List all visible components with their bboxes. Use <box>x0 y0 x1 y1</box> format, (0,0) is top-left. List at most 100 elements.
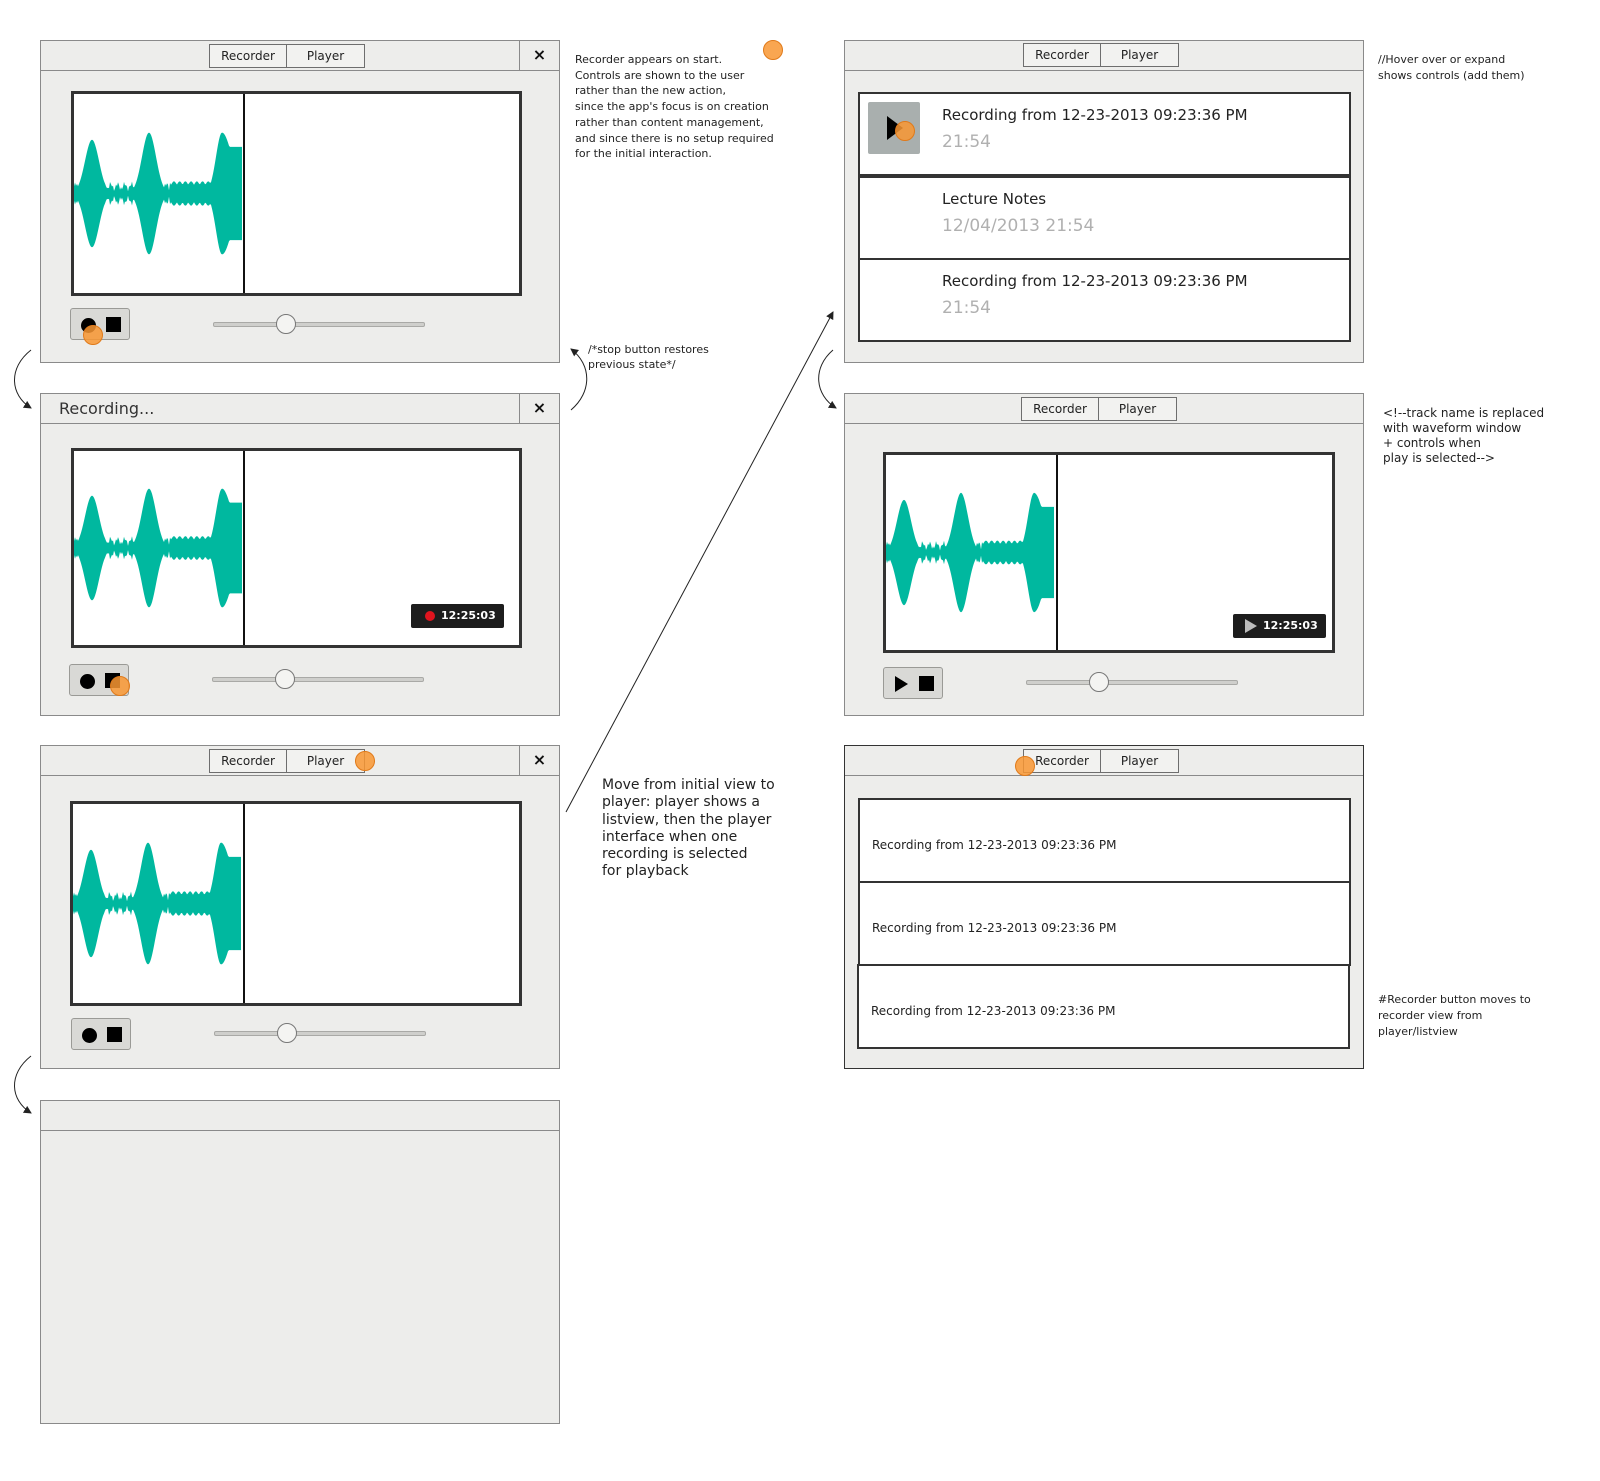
view-tabs: Recorder Player <box>1021 397 1177 421</box>
recording-title: Recording from 12-23-2013 09:23:36 PM <box>942 272 1248 290</box>
playhead[interactable] <box>243 94 245 293</box>
arrow-player-tab-to-list <box>565 311 834 813</box>
note-move-to-player: Move from initial view to player: player… <box>602 777 775 880</box>
stop-button[interactable] <box>107 1027 122 1042</box>
tab-recorder[interactable]: Recorder <box>1021 397 1099 421</box>
recording-title: Lecture Notes <box>942 190 1047 208</box>
window-title: Recording... <box>59 399 155 418</box>
click-indicator-player-tab <box>355 751 375 771</box>
view-tabs: Recorder Player <box>209 749 365 773</box>
stop-button[interactable] <box>919 676 934 691</box>
titlebar: Recorder Player <box>845 746 1363 776</box>
player-list-window: Recorder Player Recording from 12-23-201… <box>844 745 1364 1069</box>
tab-recorder[interactable]: Recorder <box>1023 749 1101 773</box>
waveform-shape <box>886 492 1054 613</box>
waveform-display: 12:25:03 <box>883 452 1335 653</box>
slider-knob[interactable] <box>277 1023 298 1043</box>
empty-window <box>40 1100 560 1424</box>
volume-slider[interactable] <box>212 669 424 689</box>
waveform-graphic <box>74 132 242 255</box>
click-indicator-record <box>83 325 103 345</box>
list-item[interactable]: Recording from 12-23-2013 09:23:36 PM <box>857 964 1350 1049</box>
click-indicator-stop <box>110 676 130 696</box>
arrow-switch-to-empty <box>14 1055 32 1114</box>
playhead[interactable] <box>243 804 245 1003</box>
list-item[interactable]: Recording from 12-23-2013 09:23:36 PM 21… <box>858 92 1351 176</box>
recording-title: Recording from 12-23-2013 09:23:36 PM <box>872 838 1117 852</box>
play-indicator-icon <box>1245 619 1257 633</box>
note-track-name: <!--track name is replaced with waveform… <box>1383 406 1545 465</box>
recording-duration: 21:54 <box>942 132 991 152</box>
waveform-display <box>71 91 522 296</box>
close-button[interactable]: × <box>519 41 559 71</box>
recording-duration: 21:54 <box>942 298 991 318</box>
list-item[interactable]: Lecture Notes 12/04/2013 21:54 <box>858 176 1351 260</box>
recording-timestamp: 12:25:03 <box>411 604 504 628</box>
slider-knob[interactable] <box>276 314 297 334</box>
position-slider[interactable] <box>1026 672 1238 692</box>
list-item[interactable]: Recording from 12-23-2013 09:23:36 PM 21… <box>858 258 1351 342</box>
waveform-shape <box>73 842 241 965</box>
timestamp-text: 12:25:03 <box>1263 619 1318 632</box>
waveform-graphic <box>73 842 241 965</box>
playback-timestamp: 12:25:03 <box>1233 614 1326 638</box>
arrow-record-to-recording <box>14 349 32 409</box>
click-indicator-legend <box>763 40 783 60</box>
tab-player[interactable]: Player <box>287 749 365 773</box>
timestamp-text: 12:25:03 <box>441 609 496 622</box>
titlebar <box>41 1101 559 1131</box>
tab-recorder[interactable]: Recorder <box>209 44 287 68</box>
view-tabs: Recorder Player <box>209 44 365 68</box>
note-recorder-start: Recorder appears on start. Controls are … <box>575 53 774 161</box>
slider-track <box>1026 680 1238 685</box>
recording-title: Recording from 12-23-2013 09:23:36 PM <box>871 1004 1116 1018</box>
tab-player[interactable]: Player <box>1101 749 1179 773</box>
recording-title: Recording from 12-23-2013 09:23:36 PM <box>942 106 1248 124</box>
tab-recorder[interactable]: Recorder <box>209 749 287 773</box>
slider-knob[interactable] <box>275 669 296 689</box>
volume-slider[interactable] <box>214 1023 426 1043</box>
waveform-display <box>70 801 522 1006</box>
playback-controls <box>883 667 943 699</box>
slider-track <box>214 1031 426 1036</box>
waveform-shape <box>74 132 242 255</box>
volume-slider[interactable] <box>213 314 425 334</box>
close-button[interactable]: × <box>519 746 559 776</box>
play-button[interactable] <box>895 676 908 692</box>
view-tabs: Recorder Player <box>1023 43 1179 67</box>
tab-recorder[interactable]: Recorder <box>1023 43 1101 67</box>
waveform-display: 12:25:03 <box>71 448 522 648</box>
note-hover-expand: //Hover over or expand shows controls (a… <box>1378 53 1525 82</box>
player-playback-window: Recorder Player 12:25:03 <box>844 393 1364 716</box>
playhead[interactable] <box>1056 455 1058 650</box>
record-button[interactable] <box>82 1028 97 1043</box>
titlebar: Recording... × <box>41 394 559 424</box>
view-tabs: Recorder Player <box>1023 749 1179 773</box>
playhead[interactable] <box>243 451 245 645</box>
titlebar: Recorder Player <box>845 394 1363 424</box>
recording-date-duration: 12/04/2013 21:54 <box>942 216 1095 236</box>
record-indicator-icon <box>425 611 435 621</box>
list-item[interactable]: Recording from 12-23-2013 09:23:36 PM <box>858 881 1351 966</box>
recording-title: Recording from 12-23-2013 09:23:36 PM <box>872 921 1117 935</box>
click-indicator-recorder-tab <box>1015 756 1035 776</box>
tab-player[interactable]: Player <box>1101 43 1179 67</box>
close-button[interactable]: × <box>519 394 559 424</box>
list-item[interactable]: Recording from 12-23-2013 09:23:36 PM <box>858 798 1351 883</box>
record-button[interactable] <box>80 674 95 689</box>
note-recorder-moves: #Recorder button moves to recorder view … <box>1378 993 1531 1038</box>
recorder-window-switch: Recorder Player × <box>40 745 560 1069</box>
recorder-window-idle: Recorder Player × <box>40 40 560 363</box>
stop-button[interactable] <box>106 317 121 332</box>
recorder-window-recording: Recording... × 12:25:03 <box>40 393 560 716</box>
slider-knob[interactable] <box>1089 672 1110 692</box>
tab-player[interactable]: Player <box>287 44 365 68</box>
record-controls <box>71 1018 131 1050</box>
click-indicator-play <box>895 121 915 141</box>
titlebar: Recorder Player <box>845 41 1363 71</box>
tab-player[interactable]: Player <box>1099 397 1177 421</box>
titlebar: Recorder Player × <box>41 41 559 71</box>
player-list-expanded-window: Recorder Player Recording from 12-23-201… <box>844 40 1364 363</box>
arrow-play-to-playback <box>818 349 837 409</box>
slider-track <box>212 677 424 682</box>
